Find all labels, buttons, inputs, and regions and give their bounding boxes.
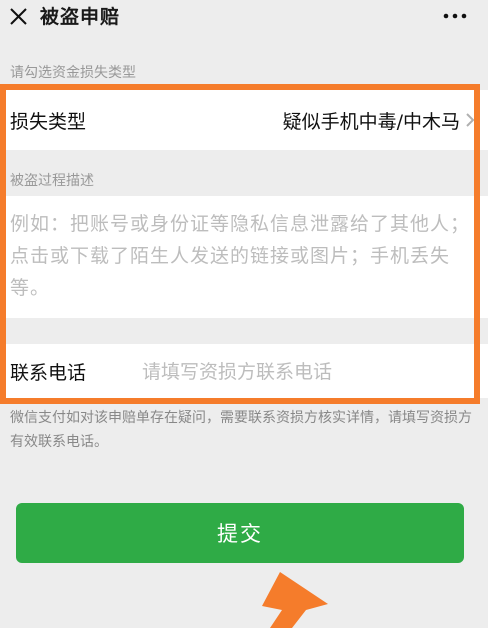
loss-type-value: 疑似手机中毒/中木马 bbox=[282, 111, 460, 133]
contact-row: 联系电话 bbox=[0, 344, 488, 398]
loss-type-hint: 请勾选资金损失类型 bbox=[10, 65, 136, 81]
phone-input[interactable] bbox=[140, 356, 464, 388]
loss-type-label: 损失类型 bbox=[10, 111, 87, 133]
chevron-right-icon bbox=[466, 113, 475, 127]
contact-label: 联系电话 bbox=[10, 362, 87, 384]
process-hint: 被盗过程描述 bbox=[10, 173, 94, 189]
more-icon[interactable] bbox=[442, 12, 468, 20]
page-title: 被盗申赔 bbox=[40, 6, 121, 28]
process-description-placeholder: 例如：把账号或身份证等隐私信息泄露给了其他人；点击或下载了陌生人发送的链接或图片… bbox=[10, 213, 471, 299]
loss-type-row[interactable]: 损失类型 疑似手机中毒/中木马 bbox=[0, 90, 488, 150]
submit-button[interactable]: 提交 bbox=[16, 503, 464, 563]
close-icon[interactable] bbox=[6, 4, 32, 30]
top-bar: 被盗申赔 bbox=[0, 0, 488, 40]
arrow-up-icon bbox=[262, 572, 328, 628]
contact-footnote: 微信支付如对该申赔单存在疑问，需要联系资损方核实详情，请填写资损方有效联系电话。 bbox=[10, 410, 472, 450]
process-description-field[interactable]: 例如：把账号或身份证等隐私信息泄露给了其他人；点击或下载了陌生人发送的链接或图片… bbox=[0, 196, 488, 318]
